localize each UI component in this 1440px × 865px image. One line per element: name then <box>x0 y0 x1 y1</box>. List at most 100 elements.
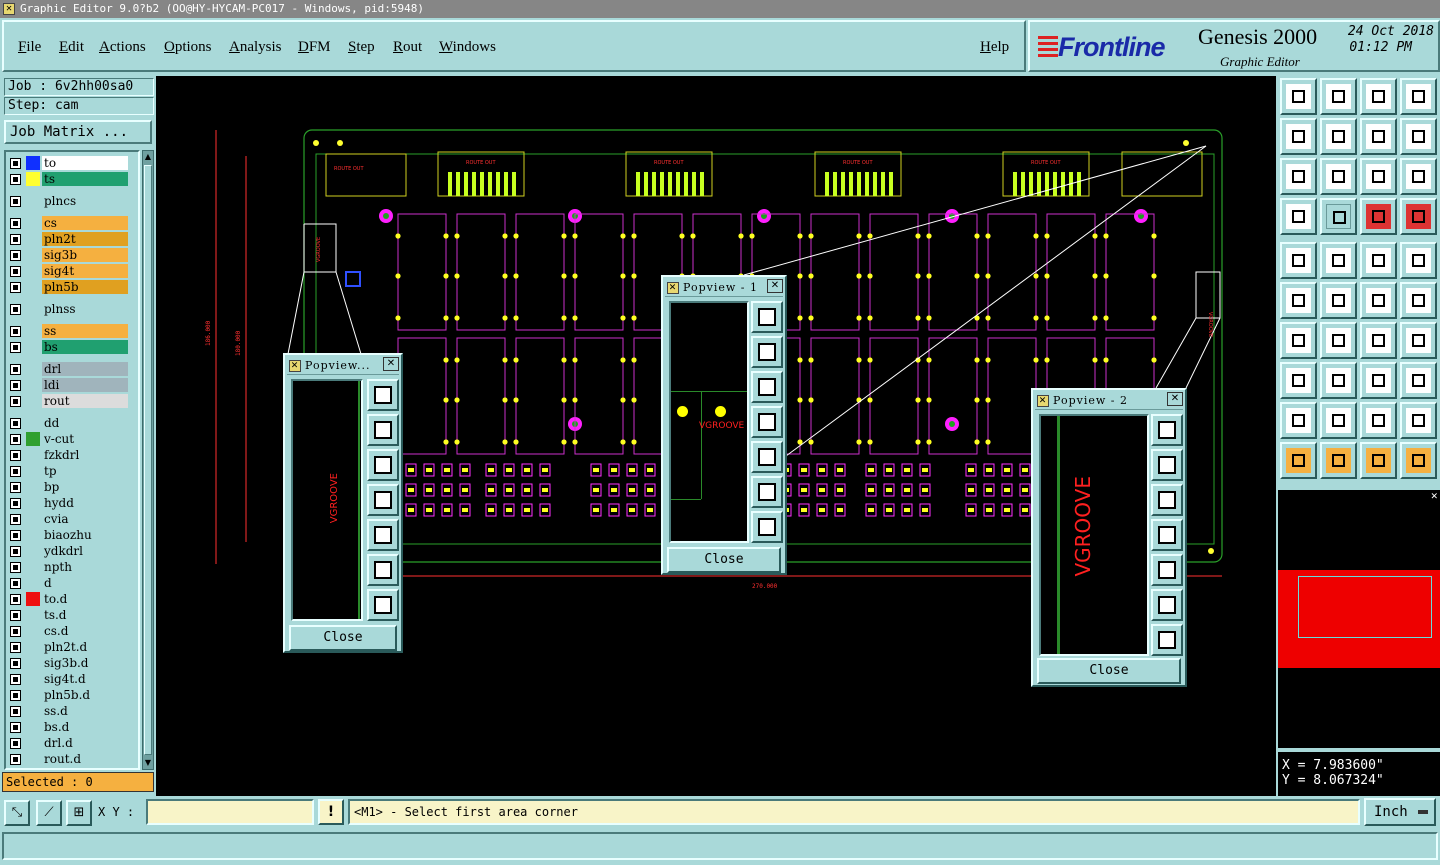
layer-checkbox[interactable] <box>10 250 21 261</box>
zoom-in-button[interactable] <box>367 379 399 411</box>
pan-up-button[interactable] <box>1151 449 1183 481</box>
layer-name[interactable]: drl <box>42 362 128 376</box>
layer-checkbox[interactable] <box>10 738 21 749</box>
layer-name[interactable]: sig3b.d <box>42 656 128 670</box>
layer-row[interactable]: ss <box>10 324 128 339</box>
layer-checkbox[interactable] <box>10 498 21 509</box>
layer-row[interactable]: to.d <box>10 592 128 607</box>
home-button[interactable] <box>1360 78 1397 115</box>
bracket-button[interactable] <box>1360 362 1397 399</box>
layer-row[interactable]: plncs <box>10 194 128 209</box>
layer-row[interactable]: d <box>10 576 128 591</box>
layer-color-swatch[interactable] <box>26 672 40 686</box>
layer-checkbox[interactable] <box>10 418 21 429</box>
draw-line-button[interactable] <box>1320 242 1357 279</box>
zoom-area-icon[interactable]: ⤡ <box>4 800 30 826</box>
arc-button[interactable] <box>1360 322 1397 359</box>
arch-cross-button[interactable] <box>1400 402 1437 439</box>
popview-window-2[interactable]: ✕ Popview - 2 ✕ VGROOVE Close <box>1031 388 1187 687</box>
layer-row[interactable]: drl <box>10 362 128 377</box>
pan-down-button[interactable] <box>367 449 399 481</box>
layer-checkbox[interactable] <box>10 158 21 169</box>
pointer-box-button[interactable] <box>1320 442 1357 479</box>
scroll-down-icon[interactable]: ▼ <box>143 757 153 769</box>
triangle-alt-button[interactable] <box>1320 402 1357 439</box>
layer-row[interactable]: sig4t <box>10 264 128 279</box>
ruler-button[interactable] <box>1360 242 1397 279</box>
layer-name[interactable]: ldi <box>42 378 128 392</box>
layers-button[interactable] <box>1400 198 1437 235</box>
triangle-button[interactable] <box>1280 402 1317 439</box>
layer-name[interactable]: ydkdrl <box>42 544 128 558</box>
menu-rout[interactable]: Rout <box>393 39 422 56</box>
layer-name[interactable]: sig3b <box>42 248 128 262</box>
warning-icon[interactable]: ! <box>318 799 344 825</box>
layer-name[interactable]: cvia <box>42 512 128 526</box>
layer-name[interactable]: d <box>42 576 128 590</box>
layer-name[interactable]: bp <box>42 480 128 494</box>
popview-window-0[interactable]: ✕ Popview... ✕ VGROOVE Close <box>283 353 403 653</box>
layer-color-swatch[interactable] <box>26 432 40 446</box>
job-matrix-button[interactable]: Job Matrix ... <box>4 120 152 144</box>
pan-left-button[interactable] <box>751 406 783 438</box>
layer-checkbox[interactable] <box>10 466 21 477</box>
layer-name[interactable]: rout <box>42 394 128 408</box>
layer-name[interactable]: pln2t.d <box>42 640 128 654</box>
layer-name[interactable]: ts.d <box>42 608 128 622</box>
point-button[interactable] <box>1400 282 1437 319</box>
layer-color-swatch[interactable] <box>26 324 40 338</box>
layer-checkbox[interactable] <box>10 342 21 353</box>
layer-row[interactable]: hydd <box>10 496 128 511</box>
layer-row[interactable]: ts.d <box>10 608 128 623</box>
popview-close-button[interactable]: Close <box>667 547 781 573</box>
scroll-thumb[interactable] <box>144 165 152 755</box>
layer-color-swatch[interactable] <box>26 608 40 622</box>
text-button[interactable] <box>1400 322 1437 359</box>
layer-row[interactable]: to <box>10 156 128 171</box>
menu-options[interactable]: Options <box>164 39 212 56</box>
select-button[interactable] <box>1280 242 1317 279</box>
angle-button[interactable] <box>1280 322 1317 359</box>
menu-step[interactable]: Step <box>348 39 375 56</box>
layer-color-swatch[interactable] <box>26 302 40 316</box>
layer-checkbox[interactable] <box>10 642 21 653</box>
layer-name[interactable]: tp <box>42 464 128 478</box>
layer-checkbox[interactable] <box>10 234 21 245</box>
layer-row[interactable]: cvia <box>10 512 128 527</box>
layer-checkbox[interactable] <box>10 266 21 277</box>
layer-checkbox[interactable] <box>10 196 21 207</box>
layer-row[interactable]: pln2t.d <box>10 640 128 655</box>
clip-bottom-button[interactable] <box>1320 78 1357 115</box>
layer-name[interactable]: rout.d <box>42 752 128 766</box>
layer-row[interactable]: drl.d <box>10 736 128 751</box>
layer-checkbox[interactable] <box>10 658 21 669</box>
center-button[interactable] <box>751 511 783 543</box>
layer-checkbox[interactable] <box>10 706 21 717</box>
connect-button[interactable] <box>1280 282 1317 319</box>
layer-row[interactable]: pln5b <box>10 280 128 295</box>
layer-color-swatch[interactable] <box>26 194 40 208</box>
layer-name[interactable]: bs.d <box>42 720 128 734</box>
layer-name[interactable]: bs <box>42 340 128 354</box>
overview-close-icon[interactable]: ✕ <box>1430 492 1438 502</box>
layer-row[interactable]: pln2t <box>10 232 128 247</box>
layer-color-swatch[interactable] <box>26 736 40 750</box>
layer-row[interactable]: plnss <box>10 302 128 317</box>
zoom-in-button[interactable] <box>751 301 783 333</box>
arch-button[interactable] <box>1360 402 1397 439</box>
layer-name[interactable]: cs.d <box>42 624 128 638</box>
layer-row[interactable]: tp <box>10 464 128 479</box>
layer-checkbox[interactable] <box>10 174 21 185</box>
layer-row[interactable]: ts <box>10 172 128 187</box>
popview-close-button[interactable]: Close <box>289 625 397 651</box>
menu-actions[interactable]: Actions <box>99 39 146 56</box>
layer-checkbox[interactable] <box>10 218 21 229</box>
layer-color-swatch[interactable] <box>26 448 40 462</box>
layer-row[interactable]: v-cut <box>10 432 128 447</box>
layer-checkbox[interactable] <box>10 326 21 337</box>
layer-row[interactable]: sig4t.d <box>10 672 128 687</box>
zoom-in-button[interactable] <box>1151 414 1183 446</box>
layer-checkbox[interactable] <box>10 434 21 445</box>
layer-row[interactable]: fzkdrl <box>10 448 128 463</box>
layer-checkbox[interactable] <box>10 546 21 557</box>
